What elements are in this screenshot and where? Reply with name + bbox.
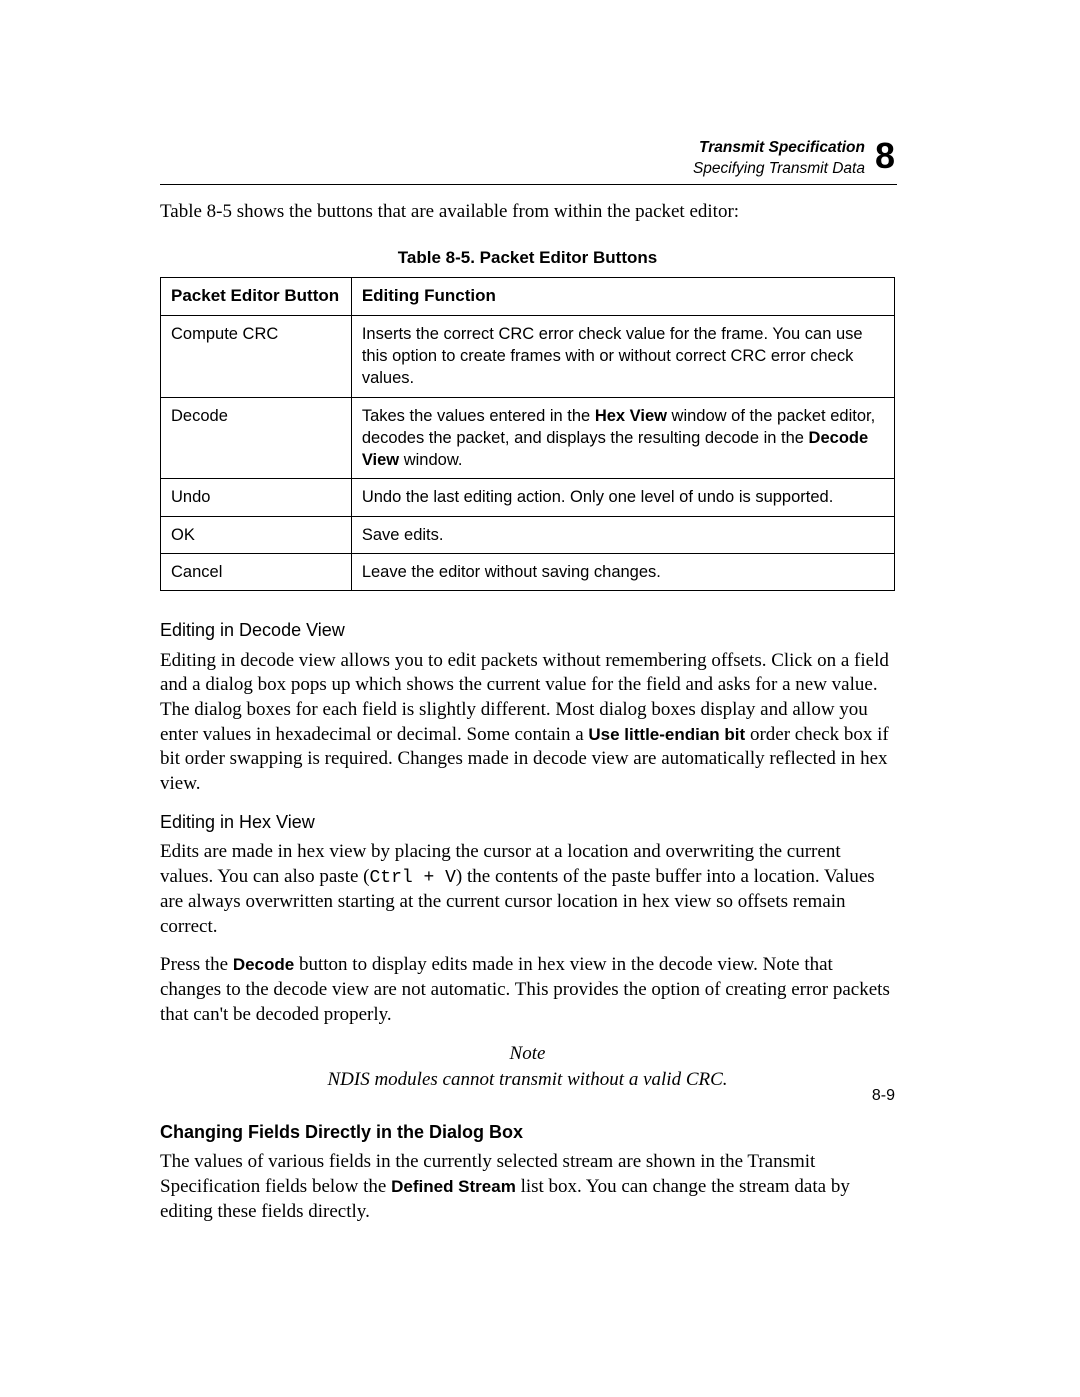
cell-button: Decode — [161, 397, 352, 479]
header-rule — [160, 184, 897, 185]
page-header: Transmit Specification Specifying Transm… — [693, 138, 895, 180]
section-heading-hex-view: Editing in Hex View — [160, 811, 895, 834]
packet-editor-table: Packet Editor Button Editing Function Co… — [160, 277, 895, 591]
hex-view-paragraph-1: Edits are made in hex view by placing th… — [160, 840, 895, 939]
header-title: Transmit Specification — [693, 138, 865, 159]
cell-desc: Takes the values entered in the Hex View… — [351, 397, 894, 479]
table-header-row: Packet Editor Button Editing Function — [161, 277, 895, 315]
table-head-function: Editing Function — [351, 277, 894, 315]
cell-desc: Inserts the correct CRC error check valu… — [351, 315, 894, 397]
hex-view-paragraph-2: Press the Decode button to display edits… — [160, 953, 895, 1027]
page-number: 8-9 — [872, 1086, 895, 1107]
table-row: Decode Takes the values entered in the H… — [161, 397, 895, 479]
table-row: Undo Undo the last editing action. Only … — [161, 479, 895, 516]
cell-button: Compute CRC — [161, 315, 352, 397]
header-subtitle: Specifying Transmit Data — [693, 159, 865, 180]
table-row: OK Save edits. — [161, 516, 895, 553]
cell-desc: Undo the last editing action. Only one l… — [351, 479, 894, 516]
section-heading-decode-view: Editing in Decode View — [160, 619, 895, 642]
chapter-number: 8 — [875, 138, 895, 174]
cell-desc: Leave the editor without saving changes. — [351, 553, 894, 590]
cell-button: Undo — [161, 479, 352, 516]
note-label: Note — [160, 1042, 895, 1067]
table-row: Cancel Leave the editor without saving c… — [161, 553, 895, 590]
table-caption: Table 8-5. Packet Editor Buttons — [160, 247, 895, 269]
cell-desc: Save edits. — [351, 516, 894, 553]
document-page: Transmit Specification Specifying Transm… — [0, 0, 1080, 1397]
decode-view-paragraph: Editing in decode view allows you to edi… — [160, 649, 895, 797]
cell-button: OK — [161, 516, 352, 553]
table-head-button: Packet Editor Button — [161, 277, 352, 315]
note-text: NDIS modules cannot transmit without a v… — [160, 1068, 895, 1093]
intro-paragraph: Table 8-5 shows the buttons that are ava… — [160, 200, 895, 225]
changing-fields-paragraph: The values of various fields in the curr… — [160, 1150, 895, 1224]
table-row: Compute CRC Inserts the correct CRC erro… — [161, 315, 895, 397]
cell-button: Cancel — [161, 553, 352, 590]
section-heading-changing-fields: Changing Fields Directly in the Dialog B… — [160, 1121, 895, 1144]
